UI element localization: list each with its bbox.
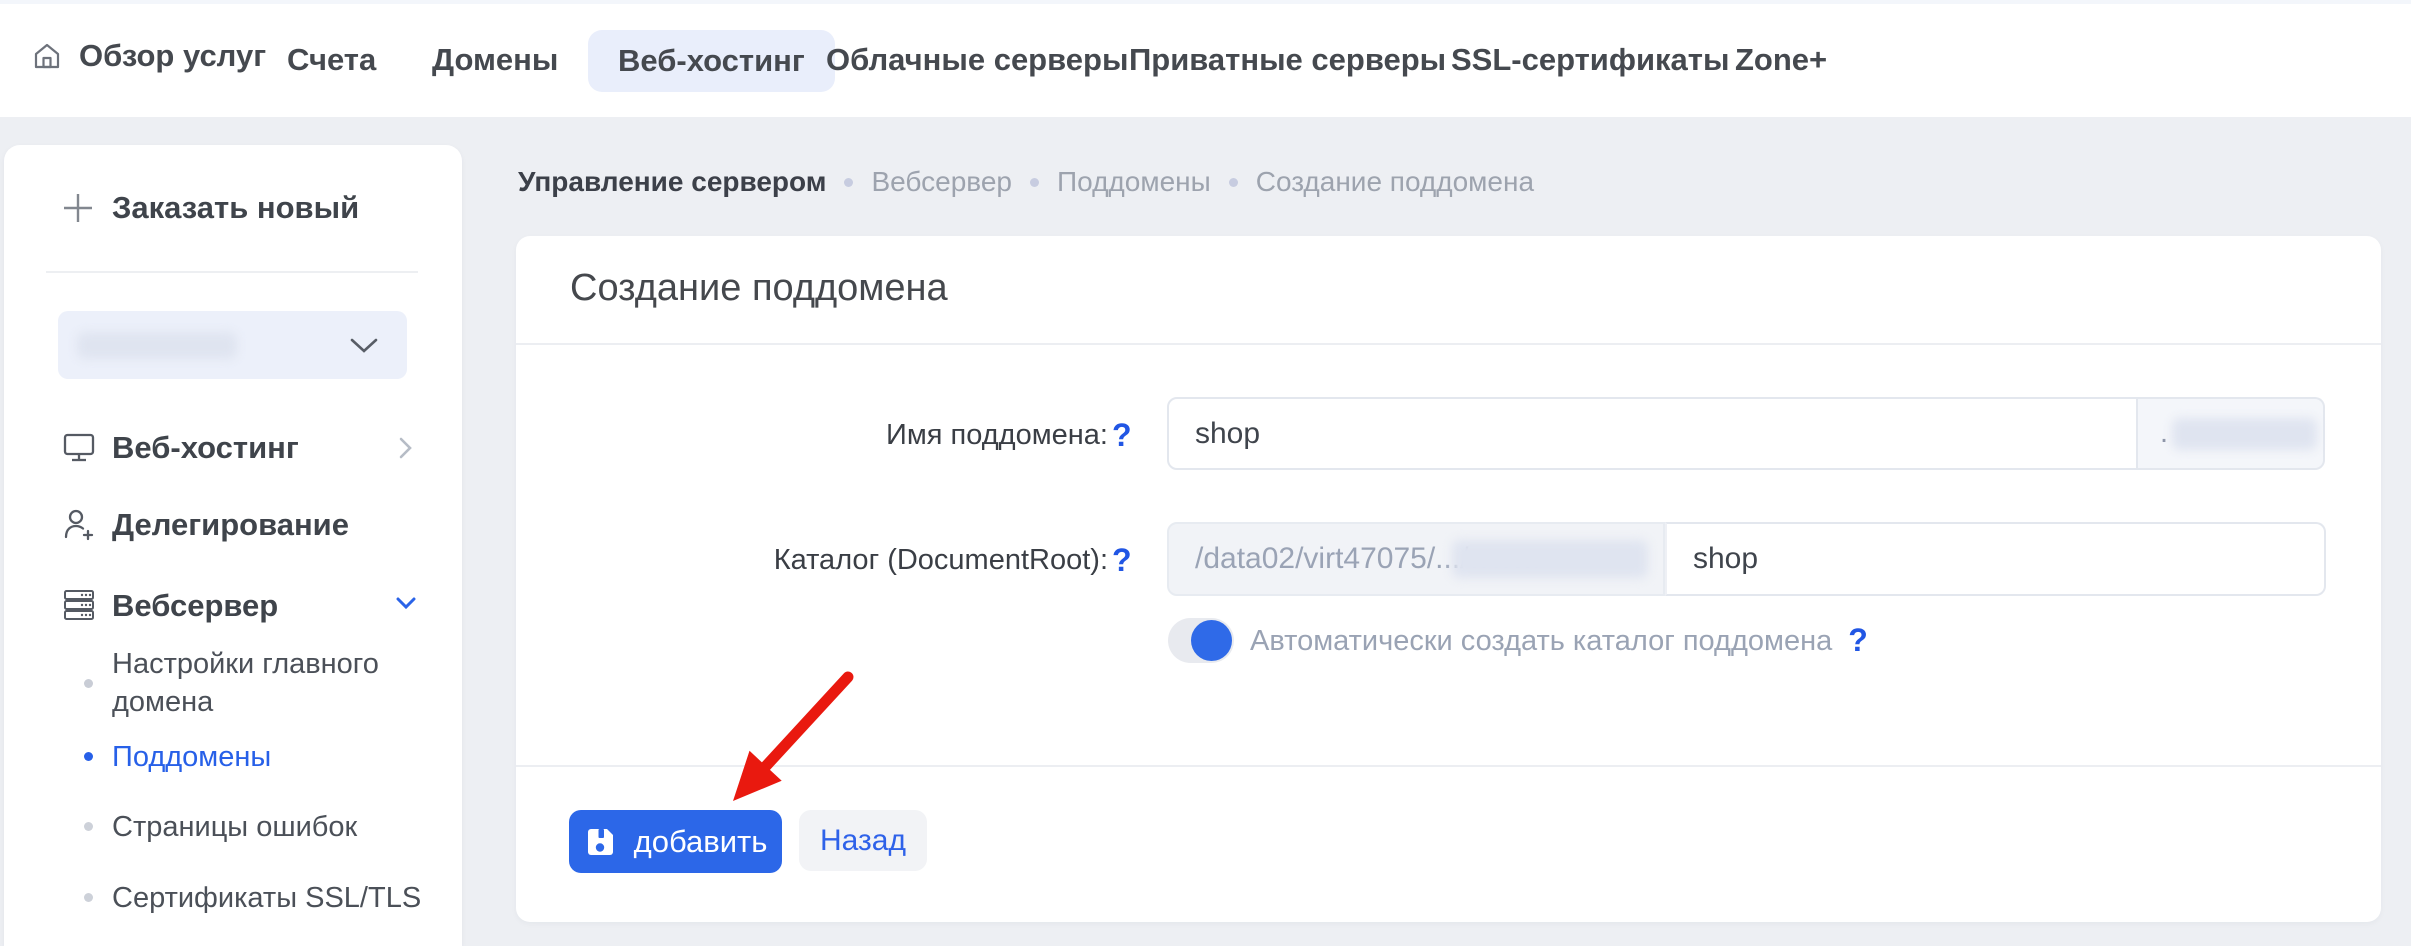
bullet-icon	[84, 679, 93, 688]
nav-item-invoices[interactable]: Счета	[287, 42, 376, 78]
back-button-label: Назад	[820, 824, 906, 858]
redacted-docroot-path	[1452, 540, 1648, 578]
nav-label: Домены	[432, 42, 558, 77]
nav-item-domains[interactable]: Домены	[432, 42, 558, 78]
auto-create-toggle[interactable]	[1168, 618, 1234, 663]
nav-item-cloud-servers[interactable]: Облачные серверы	[826, 42, 1128, 78]
help-icon[interactable]: ?	[1112, 540, 1132, 580]
sidebar-item-label: Вебсервер	[112, 588, 278, 623]
nav-label: Обзор услуг	[79, 38, 266, 74]
breadcrumb-separator-icon	[1229, 178, 1238, 187]
nav-label: Счета	[287, 42, 376, 77]
server-stack-icon	[63, 588, 95, 627]
page-title: Создание поддомена	[570, 265, 948, 311]
add-button[interactable]: добавить	[569, 810, 782, 873]
divider	[516, 343, 2381, 345]
sidebar-item-main-domain-settings[interactable]: Настройки главного домена	[112, 645, 402, 721]
auto-create-toggle-label: Автоматически создать каталог поддомена	[1250, 623, 1832, 659]
monitor-icon	[63, 432, 95, 467]
chevron-down-icon	[396, 597, 416, 615]
app: Обзор услуг Счета Домены Веб-хостинг Обл…	[0, 0, 2411, 946]
add-button-label: добавить	[634, 824, 768, 860]
docroot-label: Каталог (DocumentRoot):	[640, 543, 1108, 577]
breadcrumb-item[interactable]: Поддомены	[1057, 165, 1211, 199]
nav-label: Приватные серверы	[1129, 42, 1446, 77]
sidebar-subitem-label: Сертификаты SSL/TLS	[112, 882, 421, 914]
chevron-down-icon	[349, 338, 379, 359]
domain-suffix-box: .	[2138, 397, 2325, 470]
breadcrumb-item[interactable]: Вебсервер	[871, 165, 1012, 199]
bullet-icon	[84, 752, 93, 761]
sidebar-subitem-label: Настройки главного домена	[112, 648, 379, 718]
order-new-button[interactable]: Заказать новый	[112, 190, 359, 226]
bullet-icon	[84, 822, 93, 831]
divider	[516, 765, 2381, 767]
sidebar-item-ssl-tls-certificates[interactable]: Сертификаты SSL/TLS	[112, 879, 421, 917]
breadcrumb-separator-icon	[1030, 178, 1039, 187]
bullet-icon	[84, 893, 93, 902]
sidebar-subitem-label: Поддомены	[112, 741, 271, 773]
nav-label: Веб-хостинг	[618, 43, 805, 79]
subdomain-name-label: Имя поддомена:	[640, 418, 1108, 452]
docroot-directory-input[interactable]	[1665, 522, 2326, 596]
breadcrumb-item[interactable]: Управление сервером	[518, 165, 826, 199]
redacted-domain-name	[77, 332, 237, 359]
plus-icon	[61, 191, 95, 230]
domain-suffix-prefix: .	[2160, 417, 2168, 450]
nav-item-ssl-certificates[interactable]: SSL-сертификаты	[1451, 42, 1729, 78]
order-new-label: Заказать новый	[112, 190, 359, 225]
nav-item-private-servers[interactable]: Приватные серверы	[1129, 42, 1446, 78]
help-icon[interactable]: ?	[1112, 415, 1132, 455]
help-icon[interactable]: ?	[1848, 622, 1868, 659]
sidebar-item-error-pages[interactable]: Страницы ошибок	[112, 808, 357, 846]
save-icon	[584, 826, 616, 858]
sidebar-item-webhosting[interactable]: Веб-хостинг	[112, 430, 299, 466]
sidebar-item-label: Веб-хостинг	[112, 430, 299, 465]
toggle-knob	[1191, 620, 1232, 661]
auto-create-toggle-row: Автоматически создать каталог поддомена …	[1168, 618, 1868, 663]
sidebar-item-webserver[interactable]: Вебсервер	[112, 588, 278, 624]
user-plus-icon	[63, 507, 95, 546]
sidebar-subitem-label: Страницы ошибок	[112, 811, 357, 843]
breadcrumb-separator-icon	[844, 178, 853, 187]
sidebar-divider	[46, 271, 418, 273]
nav-item-webhosting[interactable]: Веб-хостинг	[588, 30, 835, 92]
nav-label: SSL-сертификаты	[1451, 42, 1729, 77]
subdomain-name-input[interactable]	[1167, 397, 2138, 470]
nav-item-overview[interactable]: Обзор услуг	[32, 38, 266, 74]
chevron-right-icon	[399, 437, 412, 464]
nav-label: Облачные серверы	[826, 42, 1128, 77]
domain-selector[interactable]	[58, 311, 407, 379]
breadcrumb-item: Создание поддомена	[1256, 165, 1534, 199]
sidebar-item-label: Делегирование	[112, 507, 349, 542]
nav-label: Zone+	[1735, 42, 1827, 77]
nav-item-zone-plus[interactable]: Zone+	[1735, 42, 1827, 78]
top-nav: Обзор услуг Счета Домены Веб-хостинг Обл…	[0, 0, 2411, 117]
sidebar-item-subdomains[interactable]: Поддомены	[112, 738, 271, 776]
breadcrumb: Управление сервером Вебсервер Поддомены …	[518, 165, 1534, 199]
top-strip	[0, 0, 2411, 4]
home-icon	[32, 41, 62, 71]
redacted-domain-suffix	[2172, 418, 2317, 450]
sidebar-item-delegation[interactable]: Делегирование	[112, 507, 349, 543]
back-button[interactable]: Назад	[799, 810, 927, 871]
